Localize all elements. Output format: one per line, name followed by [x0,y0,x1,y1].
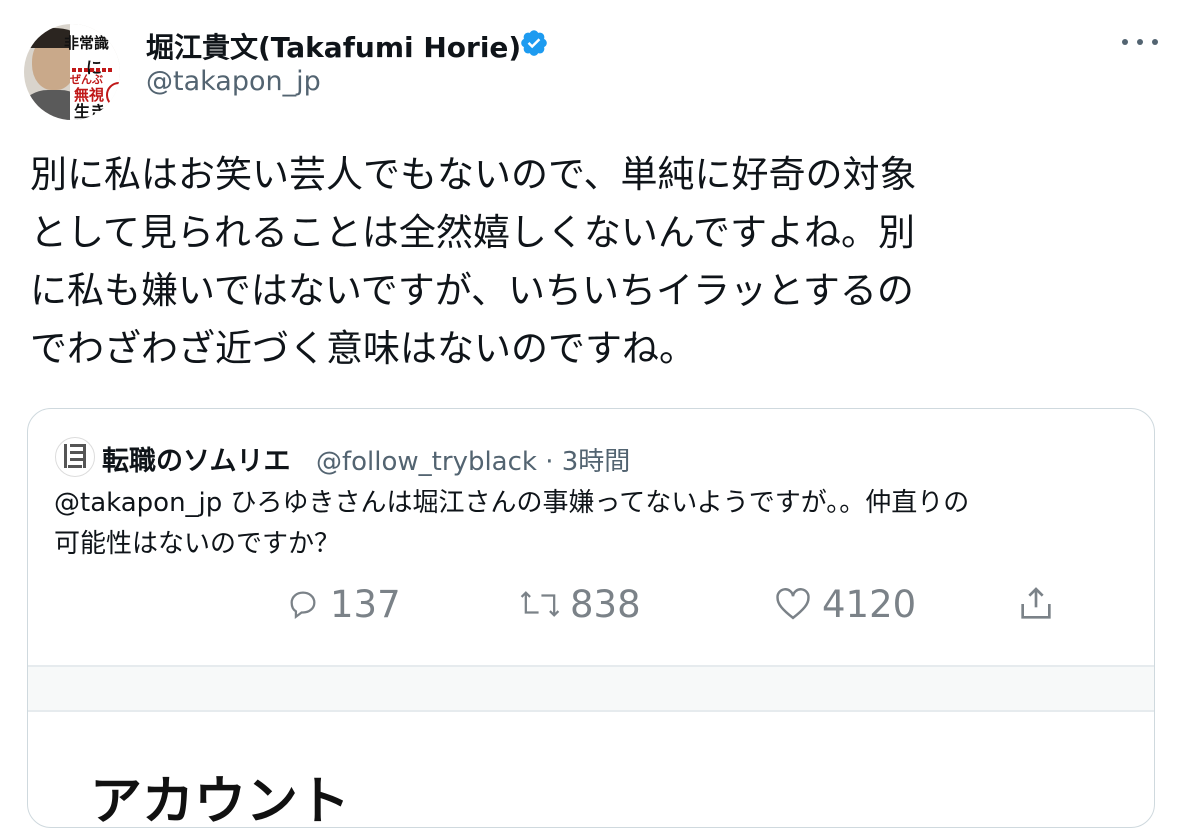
reply-icon [290,591,316,620]
tweet-body-line: として見られることは全然嬉しくないんですよね。別 [30,211,916,254]
author-name[interactable]: 堀江貴文(Takafumi Horie) [146,26,521,66]
avatar-dots [72,68,112,72]
retweet-count: 838 [570,582,641,626]
quoted-text-line: 可能性はないのですか？ [54,529,341,559]
quoted-author-meta: @follow_tryblack · 3時間 [316,441,630,478]
author-avatar[interactable]: 非常識 に ぜんぶ 無視 生き [24,24,120,120]
avatar-text: 無視 [74,86,105,104]
dot [1122,39,1128,45]
quoted-timestamp[interactable]: 3時間 [562,447,631,477]
quoted-author-handle[interactable]: @follow_tryblack [316,447,537,477]
reply-count: 137 [330,582,401,626]
tweet-body-line: 別に私はお笑い芸人でもないので、単純に好奇の対象 [30,153,917,196]
retweet-button[interactable]: 838 [520,579,641,629]
like-count: 4120 [822,582,917,626]
embedded-heading: アカウント [90,772,351,828]
like-button[interactable]: 4120 [774,579,916,629]
quoted-tweet-text: @takapon_jp ひろゆきさんは堀江さんの事嫌ってないようですが。。仲直り… [54,483,1144,565]
share-icon [1021,587,1051,619]
dot [1152,39,1158,45]
meta-separator: · [545,447,554,477]
dot [1137,39,1143,45]
quoted-tweet-card[interactable]: 転職のソムリエ @follow_tryblack · 3時間 @takapon_… [27,408,1155,828]
verified-badge-icon [521,30,547,56]
reply-button[interactable]: 137 [286,579,401,629]
tweet-body-line: でわざわざ近づく意味はないのですね。 [30,327,696,370]
quoted-author-name[interactable]: 転職のソムリエ [102,439,290,478]
avatar-text: ぜんぶ [70,73,103,86]
action-bar: 137 838 4120 [28,579,1154,639]
avatar-text: 非常識 [64,34,110,52]
quoted-text-line: @takapon_jp ひろゆきさんは堀江さんの事嫌ってないようですが。。仲直り… [54,488,970,518]
share-button[interactable] [1016,579,1066,629]
retweet-icon [520,591,560,617]
card-divider [28,710,1154,712]
author-handle[interactable]: @takapon_jp [146,66,321,97]
heart-icon [776,588,810,620]
more-options-icon[interactable] [1122,30,1158,54]
tweet-body: 別に私はお笑い芸人でもないので、単純に好奇の対象 として見られることは全然嬉しく… [30,146,1160,378]
avatar-text: 生き [74,102,107,120]
quoted-author-avatar [55,437,95,477]
tweet-body-line: に私も嫌いではないですが、いちいちイラッとするの [30,269,914,312]
card-gray-band [28,667,1154,711]
